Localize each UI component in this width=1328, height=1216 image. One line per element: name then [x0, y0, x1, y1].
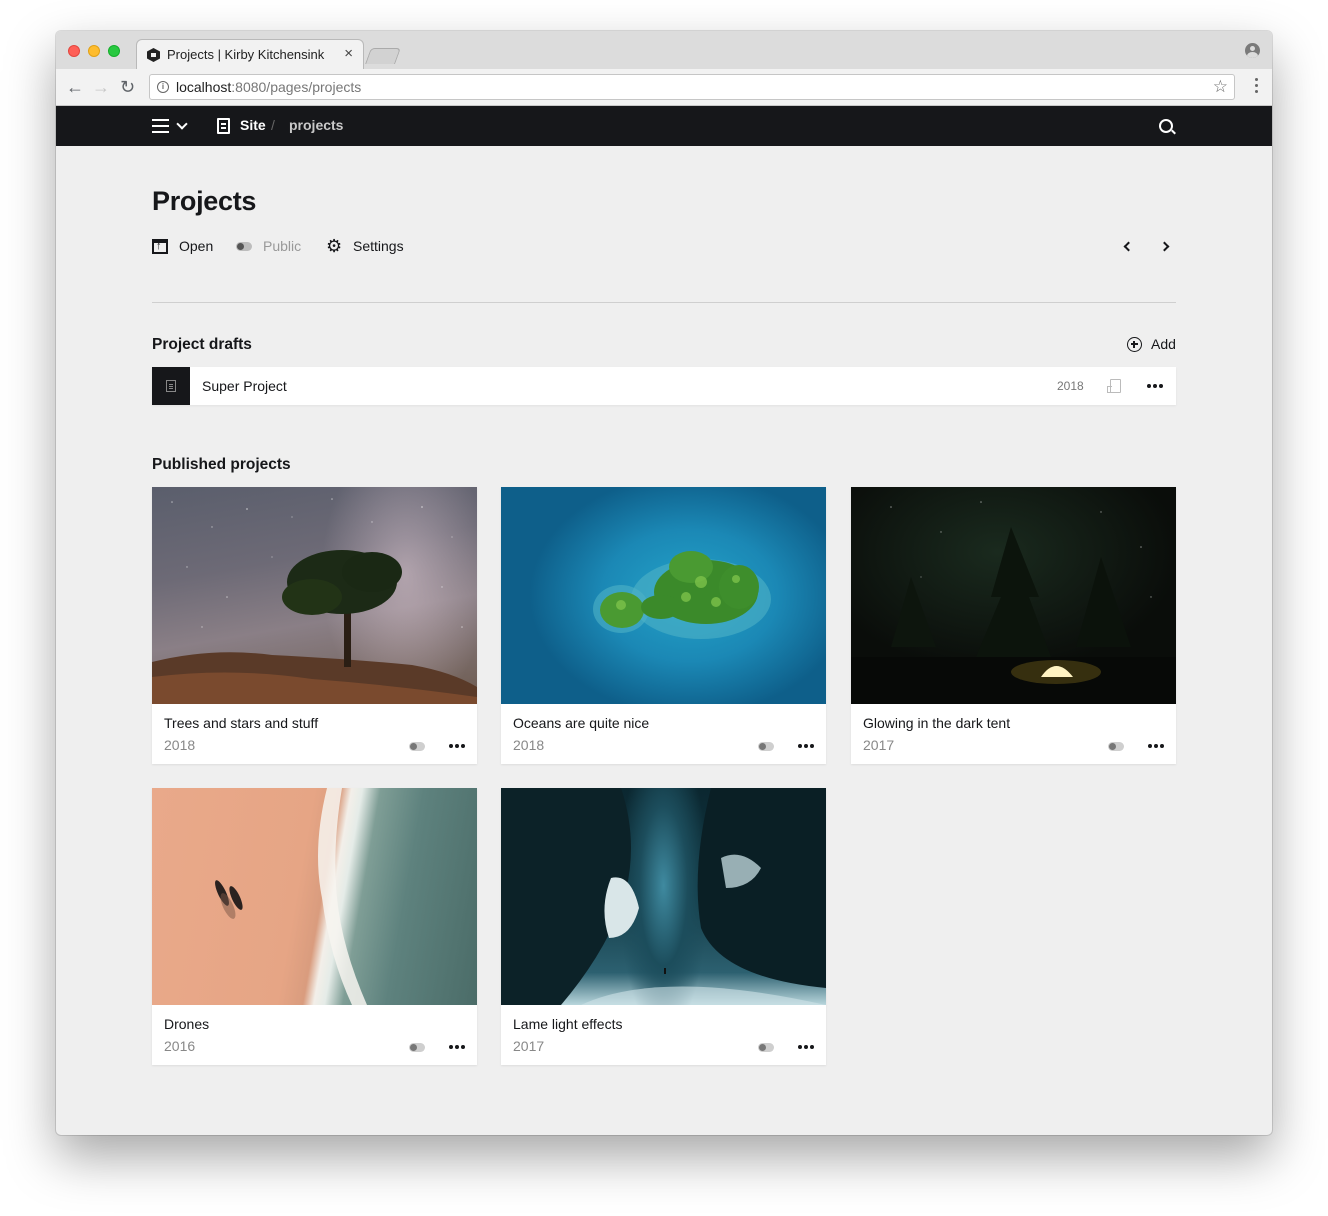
more-options-icon[interactable] [449, 744, 467, 748]
project-year: 2016 [164, 1038, 196, 1054]
project-year: 2018 [164, 737, 196, 753]
project-card[interactable]: Glowing in the dark tent 2017 [851, 487, 1176, 764]
browser-window: Projects | Kirby Kitchensink × ← → ↻ i l… [56, 31, 1272, 1135]
gear-icon[interactable]: ⚙ [326, 237, 342, 255]
draft-title[interactable]: Super Project [202, 378, 287, 394]
url-host: localhost [176, 79, 232, 95]
tab-title: Projects | Kirby Kitchensink [167, 47, 325, 62]
kirby-favicon-icon [147, 48, 160, 62]
project-year: 2017 [513, 1038, 545, 1054]
project-card[interactable]: Drones 2016 [152, 788, 477, 1065]
project-title[interactable]: Lame light effects [513, 1016, 622, 1032]
project-image[interactable] [851, 487, 1176, 704]
info-icon[interactable]: i [157, 81, 169, 93]
published-section-heading: Published projects [152, 456, 291, 473]
project-card[interactable]: Lame light effects 2017 [501, 788, 826, 1065]
browser-tab[interactable]: Projects | Kirby Kitchensink × [136, 39, 364, 69]
status-toggle-icon[interactable] [758, 1043, 774, 1052]
tab-close-icon[interactable]: × [344, 45, 353, 62]
project-card[interactable]: Oceans are quite nice 2018 [501, 487, 826, 764]
project-title[interactable]: Oceans are quite nice [513, 715, 649, 731]
previous-page-chevron-icon[interactable] [1123, 241, 1134, 252]
chevron-down-icon[interactable] [176, 118, 188, 130]
draft-year: 2018 [1057, 379, 1084, 393]
add-label: Add [1151, 336, 1176, 352]
status-toggle-icon[interactable] [236, 242, 252, 251]
project-image[interactable] [501, 788, 826, 1005]
menu-icon[interactable] [152, 119, 169, 133]
status-toggle-icon[interactable] [758, 742, 774, 751]
maximize-window-button[interactable] [108, 45, 120, 57]
panel-topbar: Site / projects [56, 106, 1272, 146]
search-icon[interactable] [1159, 119, 1173, 133]
project-title[interactable]: Glowing in the dark tent [863, 715, 1010, 731]
more-options-icon[interactable] [1147, 384, 1165, 388]
project-card[interactable]: Trees and stars and stuff 2018 [152, 487, 477, 764]
reload-icon[interactable]: ↻ [120, 78, 135, 96]
draft-thumbnail [152, 367, 190, 405]
url-text[interactable]: localhost:8080/pages/projects [176, 79, 361, 95]
more-options-icon[interactable] [798, 1045, 816, 1049]
back-arrow-icon[interactable]: ← [66, 78, 84, 96]
more-options-icon[interactable] [798, 744, 816, 748]
public-status-button[interactable]: Public [263, 238, 301, 254]
new-tab-button[interactable] [365, 48, 401, 64]
breadcrumb-site[interactable]: Site [240, 117, 266, 133]
browser-toolbar: ← → ↻ i localhost:8080/pages/projects ☆ [56, 69, 1272, 106]
next-page-chevron-icon[interactable] [1159, 241, 1170, 252]
project-image[interactable] [152, 487, 477, 704]
project-image[interactable] [152, 788, 477, 1005]
add-circle-icon [1127, 337, 1142, 352]
header-divider [152, 302, 1176, 303]
forward-arrow-icon[interactable]: → [92, 78, 110, 96]
open-button[interactable]: Open [179, 238, 213, 254]
settings-button[interactable]: Settings [353, 238, 404, 254]
status-toggle-icon[interactable] [1108, 742, 1124, 751]
browser-menu-icon[interactable] [1255, 78, 1258, 93]
url-path: :8080/pages/projects [231, 79, 362, 95]
close-window-button[interactable] [68, 45, 80, 57]
page-actions: Open Public ⚙ Settings [152, 237, 1176, 258]
site-page-icon [217, 118, 230, 134]
project-year: 2018 [513, 737, 545, 753]
project-image[interactable] [501, 487, 826, 704]
document-icon [166, 380, 176, 392]
more-options-icon[interactable] [449, 1045, 467, 1049]
project-year: 2017 [863, 737, 895, 753]
drafts-section-heading: Project drafts [152, 336, 252, 353]
minimize-window-button[interactable] [88, 45, 100, 57]
breadcrumb-projects[interactable]: projects [289, 117, 343, 133]
open-preview-icon[interactable] [152, 239, 168, 254]
project-title[interactable]: Drones [164, 1016, 209, 1032]
status-toggle-icon[interactable] [409, 742, 425, 751]
project-title[interactable]: Trees and stars and stuff [164, 715, 318, 731]
page-title: Projects [152, 186, 257, 216]
tab-strip: Projects | Kirby Kitchensink × [56, 31, 1272, 69]
profile-icon[interactable] [1245, 43, 1260, 58]
draft-status-icon[interactable] [1107, 379, 1121, 393]
draft-list-item[interactable]: Super Project 2018 [152, 367, 1176, 405]
status-toggle-icon[interactable] [409, 1043, 425, 1052]
address-bar[interactable]: i localhost:8080/pages/projects ☆ [149, 74, 1235, 100]
bookmark-star-icon[interactable]: ☆ [1213, 77, 1228, 97]
breadcrumb-separator: / [271, 117, 275, 133]
more-options-icon[interactable] [1148, 744, 1166, 748]
